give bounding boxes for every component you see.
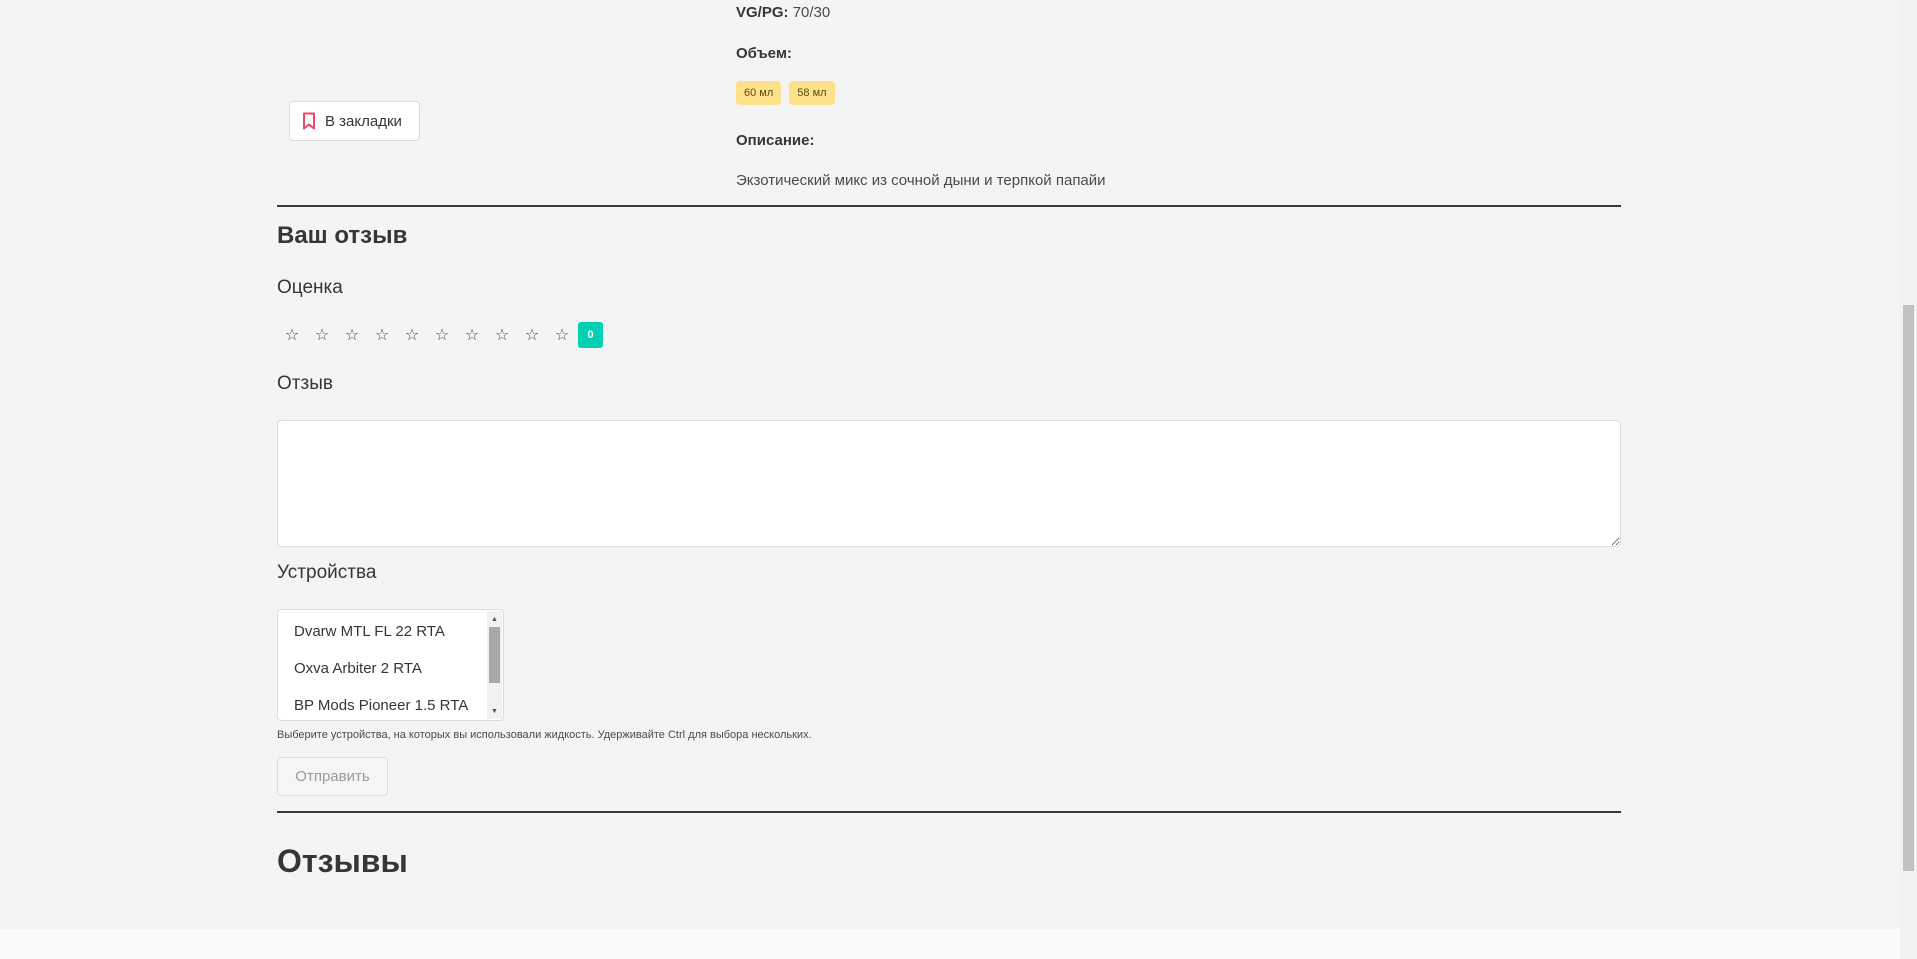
- bookmark-button[interactable]: В закладки: [289, 101, 420, 141]
- device-option[interactable]: Dvarw MTL FL 22 RTA: [278, 613, 503, 650]
- star-icon[interactable]: ☆: [457, 321, 487, 349]
- divider: [277, 205, 1621, 207]
- devices-help-text: Выберите устройства, на которых вы испол…: [277, 729, 812, 741]
- description-label: Описание:: [736, 132, 815, 149]
- reviews-title: Отзывы: [277, 843, 408, 879]
- star-icon[interactable]: ☆: [487, 321, 517, 349]
- select-scrollbar-thumb[interactable]: [489, 627, 500, 683]
- volume-label: Объем:: [736, 45, 792, 62]
- star-icon[interactable]: ☆: [367, 321, 397, 349]
- vgpg-value: 70/30: [792, 4, 831, 21]
- star-icon[interactable]: ☆: [427, 321, 457, 349]
- star-icon[interactable]: ☆: [337, 321, 367, 349]
- divider: [277, 811, 1621, 813]
- star-icon[interactable]: ☆: [397, 321, 427, 349]
- device-option[interactable]: BP Mods Pioneer 1.5 RTA: [278, 687, 503, 720]
- rating-label: Оценка: [277, 277, 343, 298]
- star-icon[interactable]: ☆: [517, 321, 547, 349]
- bookmark-label: В закладки: [325, 112, 402, 130]
- scroll-down-arrow-icon[interactable]: ▼: [489, 705, 500, 717]
- volume-tag: 60 мл: [736, 81, 782, 105]
- vgpg-label: VG/PG:: [736, 4, 789, 21]
- device-option[interactable]: Oxva Arbiter 2 RTA: [278, 650, 503, 687]
- review-label: Отзыв: [277, 373, 333, 394]
- description-text: Экзотический микс из сочной дыни и терпк…: [736, 172, 1106, 189]
- rating-stars: ☆ ☆ ☆ ☆ ☆ ☆ ☆ ☆ ☆ ☆ 0: [277, 321, 603, 349]
- rating-value-badge: 0: [578, 322, 603, 348]
- devices-multiselect[interactable]: Dvarw MTL FL 22 RTA Oxva Arbiter 2 RTA B…: [277, 609, 504, 721]
- review-textarea[interactable]: [277, 420, 1621, 547]
- scroll-up-arrow-icon[interactable]: ▲: [489, 613, 500, 625]
- page: В закладки VG/PG: 70/30 Объем: 60 мл 58 …: [0, 0, 1917, 959]
- vgpg-line: VG/PG: 70/30: [736, 4, 830, 21]
- star-icon[interactable]: ☆: [277, 321, 307, 349]
- page-scrollbar-thumb[interactable]: [1903, 305, 1914, 871]
- devices-label: Устройства: [277, 562, 377, 583]
- volume-tags: 60 мл 58 мл: [736, 81, 835, 105]
- footer-strip: [0, 929, 1917, 959]
- review-form-title: Ваш отзыв: [277, 222, 408, 249]
- star-icon[interactable]: ☆: [307, 321, 337, 349]
- star-icon[interactable]: ☆: [547, 321, 577, 349]
- submit-button[interactable]: Отправить: [277, 757, 388, 796]
- volume-tag: 58 мл: [789, 81, 835, 105]
- page-scrollbar[interactable]: [1900, 0, 1917, 959]
- bookmark-icon: [302, 112, 316, 130]
